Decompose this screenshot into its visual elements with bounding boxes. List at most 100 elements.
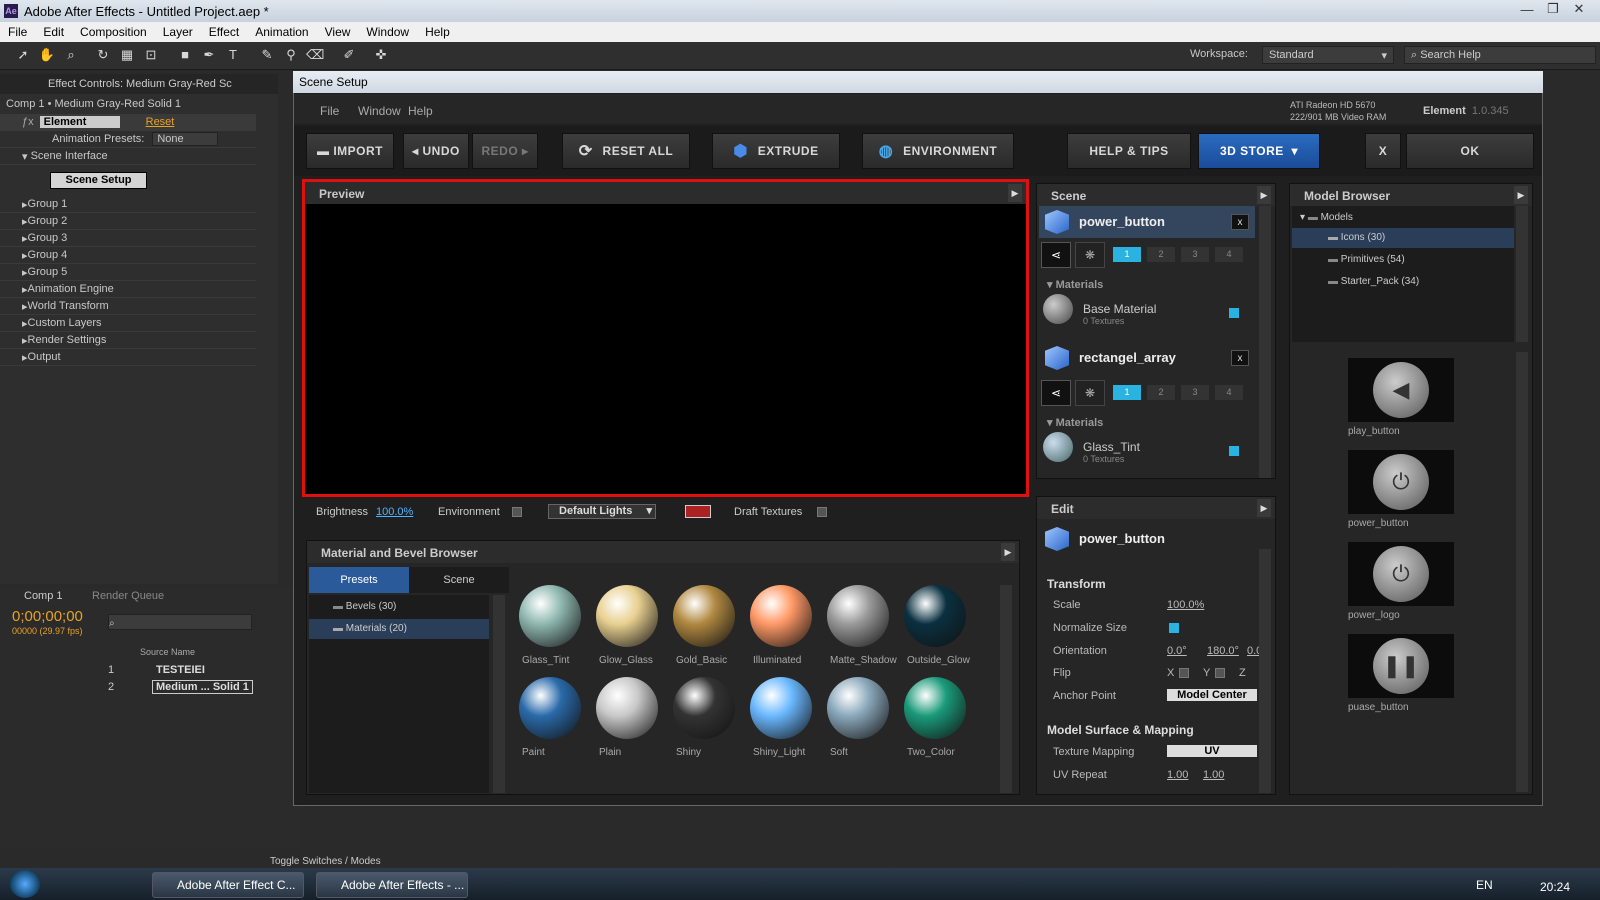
- menu-layer[interactable]: Layer: [155, 25, 201, 39]
- folder-materials[interactable]: ▬ Materials (20): [309, 619, 489, 639]
- materials-header[interactable]: ▾ Materials: [1047, 278, 1103, 291]
- maximize-icon[interactable]: ❐: [1540, 0, 1566, 18]
- tree-item[interactable]: ▸ Group 5: [0, 264, 256, 281]
- material-preset-thumb[interactable]: [673, 677, 735, 739]
- panel-arrow-icon[interactable]: ▶: [1514, 186, 1528, 204]
- background-color-swatch[interactable]: [685, 505, 711, 518]
- scene-interface-row[interactable]: ▾ Scene Interface: [0, 148, 256, 165]
- hand-tool-icon[interactable]: ✋: [38, 46, 56, 64]
- uv-repeat-u[interactable]: 1.00: [1167, 769, 1188, 781]
- layer-name[interactable]: Medium ... Solid 1: [152, 680, 253, 694]
- puppet-tool-icon[interactable]: ✜: [372, 46, 390, 64]
- language-indicator[interactable]: EN: [1476, 878, 1493, 892]
- flip-y-checkbox[interactable]: [1215, 668, 1225, 678]
- group-button-4[interactable]: 4: [1215, 385, 1243, 400]
- minimize-icon[interactable]: —: [1514, 0, 1540, 18]
- taskbar-item[interactable]: Adobe After Effect C...: [152, 872, 304, 898]
- eraser-tool-icon[interactable]: ⌫: [306, 46, 324, 64]
- model-thumbnail[interactable]: ◀: [1348, 358, 1454, 422]
- taskbar-item[interactable]: Adobe After Effects - ...: [316, 872, 468, 898]
- text-tool-icon[interactable]: T: [224, 46, 242, 64]
- timecode[interactable]: 0;00;00;00: [12, 608, 83, 625]
- menu-effect[interactable]: Effect: [201, 25, 247, 39]
- import-button[interactable]: ▬ IMPORT: [306, 133, 394, 169]
- menu-edit[interactable]: Edit: [35, 25, 72, 39]
- panel-arrow-icon[interactable]: ▶: [1257, 186, 1271, 204]
- pan-behind-tool-icon[interactable]: ⊡: [142, 46, 160, 64]
- dialog-menu-window[interactable]: Window: [358, 104, 401, 118]
- clone-tool-icon[interactable]: ⚲: [282, 46, 300, 64]
- material-preset-thumb[interactable]: [827, 677, 889, 739]
- material-preset-thumb[interactable]: [519, 677, 581, 739]
- 3d-store-button[interactable]: 3D STORE ▾: [1198, 133, 1320, 169]
- tree-item[interactable]: ▸ Output: [0, 349, 256, 366]
- material-preset-thumb[interactable]: [904, 585, 966, 647]
- toggle-switches-modes[interactable]: Toggle Switches / Modes: [270, 856, 381, 867]
- delete-object-button[interactable]: x: [1231, 350, 1249, 366]
- redo-button[interactable]: REDO ▸: [472, 133, 538, 169]
- orientation-x[interactable]: 0.0°: [1167, 645, 1187, 657]
- material-visible-checkbox[interactable]: [1229, 308, 1239, 318]
- folder-starter-pack[interactable]: ▬ Starter_Pack (34): [1328, 276, 1419, 287]
- start-icon[interactable]: [10, 870, 40, 898]
- group-button-1[interactable]: 1: [1113, 247, 1141, 262]
- scene-object-rectangel-array[interactable]: rectangel_array x: [1039, 342, 1255, 374]
- group-button-3[interactable]: 3: [1181, 385, 1209, 400]
- animation-presets-select[interactable]: None: [152, 132, 219, 146]
- reset-all-button[interactable]: ⟳ RESET ALL: [562, 133, 690, 169]
- close-icon[interactable]: ✕: [1566, 0, 1592, 18]
- material-scrollbar[interactable]: [1000, 585, 1012, 793]
- share-icon[interactable]: ⋖: [1041, 380, 1071, 406]
- multi-object-icon[interactable]: ❋: [1075, 380, 1105, 406]
- material-name[interactable]: Base Material: [1083, 302, 1156, 316]
- roto-tool-icon[interactable]: ✐: [340, 46, 358, 64]
- folder-scrollbar[interactable]: [493, 595, 505, 793]
- draft-textures-checkbox[interactable]: [817, 507, 827, 517]
- ok-button[interactable]: OK: [1406, 133, 1534, 169]
- material-preset-thumb[interactable]: [596, 677, 658, 739]
- tab-presets[interactable]: Presets: [309, 567, 409, 593]
- scene-setup-button[interactable]: Scene Setup: [50, 172, 147, 189]
- flip-x-checkbox[interactable]: [1179, 668, 1189, 678]
- panel-arrow-icon[interactable]: ▶: [1001, 543, 1015, 561]
- materials-header[interactable]: ▾ Materials: [1047, 416, 1103, 429]
- group-button-3[interactable]: 3: [1181, 247, 1209, 262]
- model-thumbnail[interactable]: ❚❚: [1348, 634, 1454, 698]
- timeline-search-input[interactable]: ⌕: [108, 614, 252, 630]
- tab-scene[interactable]: Scene: [409, 567, 509, 593]
- material-preset-thumb[interactable]: [519, 585, 581, 647]
- menu-animation[interactable]: Animation: [247, 25, 316, 39]
- uv-repeat-v[interactable]: 1.00: [1203, 769, 1224, 781]
- material-name[interactable]: Glass_Tint: [1083, 440, 1140, 454]
- workspace-select[interactable]: Standard ▾: [1262, 46, 1394, 64]
- rotate-tool-icon[interactable]: ↻: [94, 46, 112, 64]
- tree-item[interactable]: ▸ Render Settings: [0, 332, 256, 349]
- folder-bevels[interactable]: ▬ Bevels (30): [333, 601, 396, 612]
- brightness-value[interactable]: 100.0%: [376, 506, 413, 518]
- anchor-select[interactable]: Model Center: [1167, 689, 1257, 701]
- scene-scrollbar[interactable]: [1259, 206, 1271, 478]
- tree-item[interactable]: ▸ Group 1: [0, 196, 256, 213]
- dialog-menu-help[interactable]: Help: [408, 104, 433, 118]
- tab-comp1[interactable]: Comp 1: [24, 590, 63, 602]
- folder-scrollbar[interactable]: [1516, 206, 1528, 342]
- menu-window[interactable]: Window: [358, 25, 417, 39]
- material-preset-thumb[interactable]: [904, 677, 966, 739]
- folder-primitives[interactable]: ▬ Primitives (54): [1328, 254, 1405, 265]
- material-preset-thumb[interactable]: [596, 585, 658, 647]
- orientation-y[interactable]: 180.0°: [1207, 645, 1239, 657]
- edit-scrollbar[interactable]: [1259, 549, 1271, 793]
- search-help-input[interactable]: ⌕ Search Help: [1404, 46, 1596, 64]
- selection-tool-icon[interactable]: ➚: [14, 46, 32, 64]
- camera-tool-icon[interactable]: ▦: [118, 46, 136, 64]
- preview-panel[interactable]: Preview ▶: [302, 179, 1029, 497]
- mapping-select[interactable]: UV: [1167, 745, 1257, 757]
- rectangle-tool-icon[interactable]: ■: [176, 46, 194, 64]
- group-button-2[interactable]: 2: [1147, 247, 1175, 262]
- tree-item[interactable]: ▸ Group 3: [0, 230, 256, 247]
- undo-button[interactable]: ◂ UNDO: [403, 133, 469, 169]
- fx-row[interactable]: ƒx Element Reset: [0, 114, 256, 131]
- group-button-4[interactable]: 4: [1215, 247, 1243, 262]
- tree-item[interactable]: ▸ World Transform: [0, 298, 256, 315]
- panel-arrow-icon[interactable]: ▶: [1008, 184, 1022, 202]
